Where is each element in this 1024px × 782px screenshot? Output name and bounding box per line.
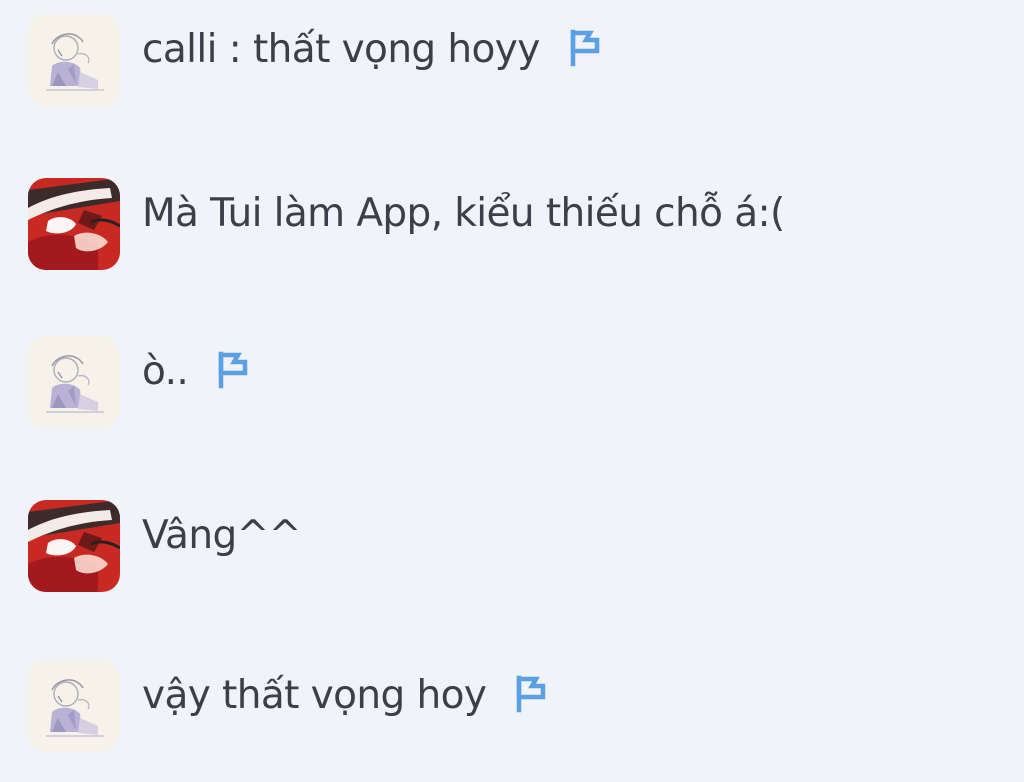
message-text: ò.. (142, 348, 189, 394)
flag-icon[interactable] (214, 349, 250, 389)
sketch-avatar-icon (28, 14, 120, 106)
avatar[interactable] (28, 500, 120, 592)
message-text: Vâng^^ (142, 512, 301, 558)
avatar[interactable] (28, 178, 120, 270)
red-avatar-icon (28, 500, 120, 592)
red-avatar-icon (28, 178, 120, 270)
message-row: vậy thất vọng hoy (28, 660, 548, 754)
avatar[interactable] (28, 14, 120, 106)
message-text: Mà Tui làm App, kiểu thiếu chỗ á:( (142, 190, 785, 236)
sketch-avatar-icon (28, 660, 120, 752)
avatar[interactable] (28, 336, 120, 428)
sketch-avatar-icon (28, 336, 120, 428)
flag-icon[interactable] (566, 27, 602, 67)
message-row: calli : thất vọng hoyy (28, 14, 602, 108)
flag-icon[interactable] (512, 673, 548, 713)
message-row: Mà Tui làm App, kiểu thiếu chỗ á:( (28, 178, 785, 272)
message-row: Vâng^^ (28, 500, 301, 594)
message-text: calli : thất vọng hoyy (142, 26, 540, 72)
chat-message-list: calli : thất vọng hoyy Mà Tui làm App, k… (0, 0, 1024, 782)
avatar[interactable] (28, 660, 120, 752)
message-row: ò.. (28, 336, 250, 430)
message-text: vậy thất vọng hoy (142, 672, 487, 718)
